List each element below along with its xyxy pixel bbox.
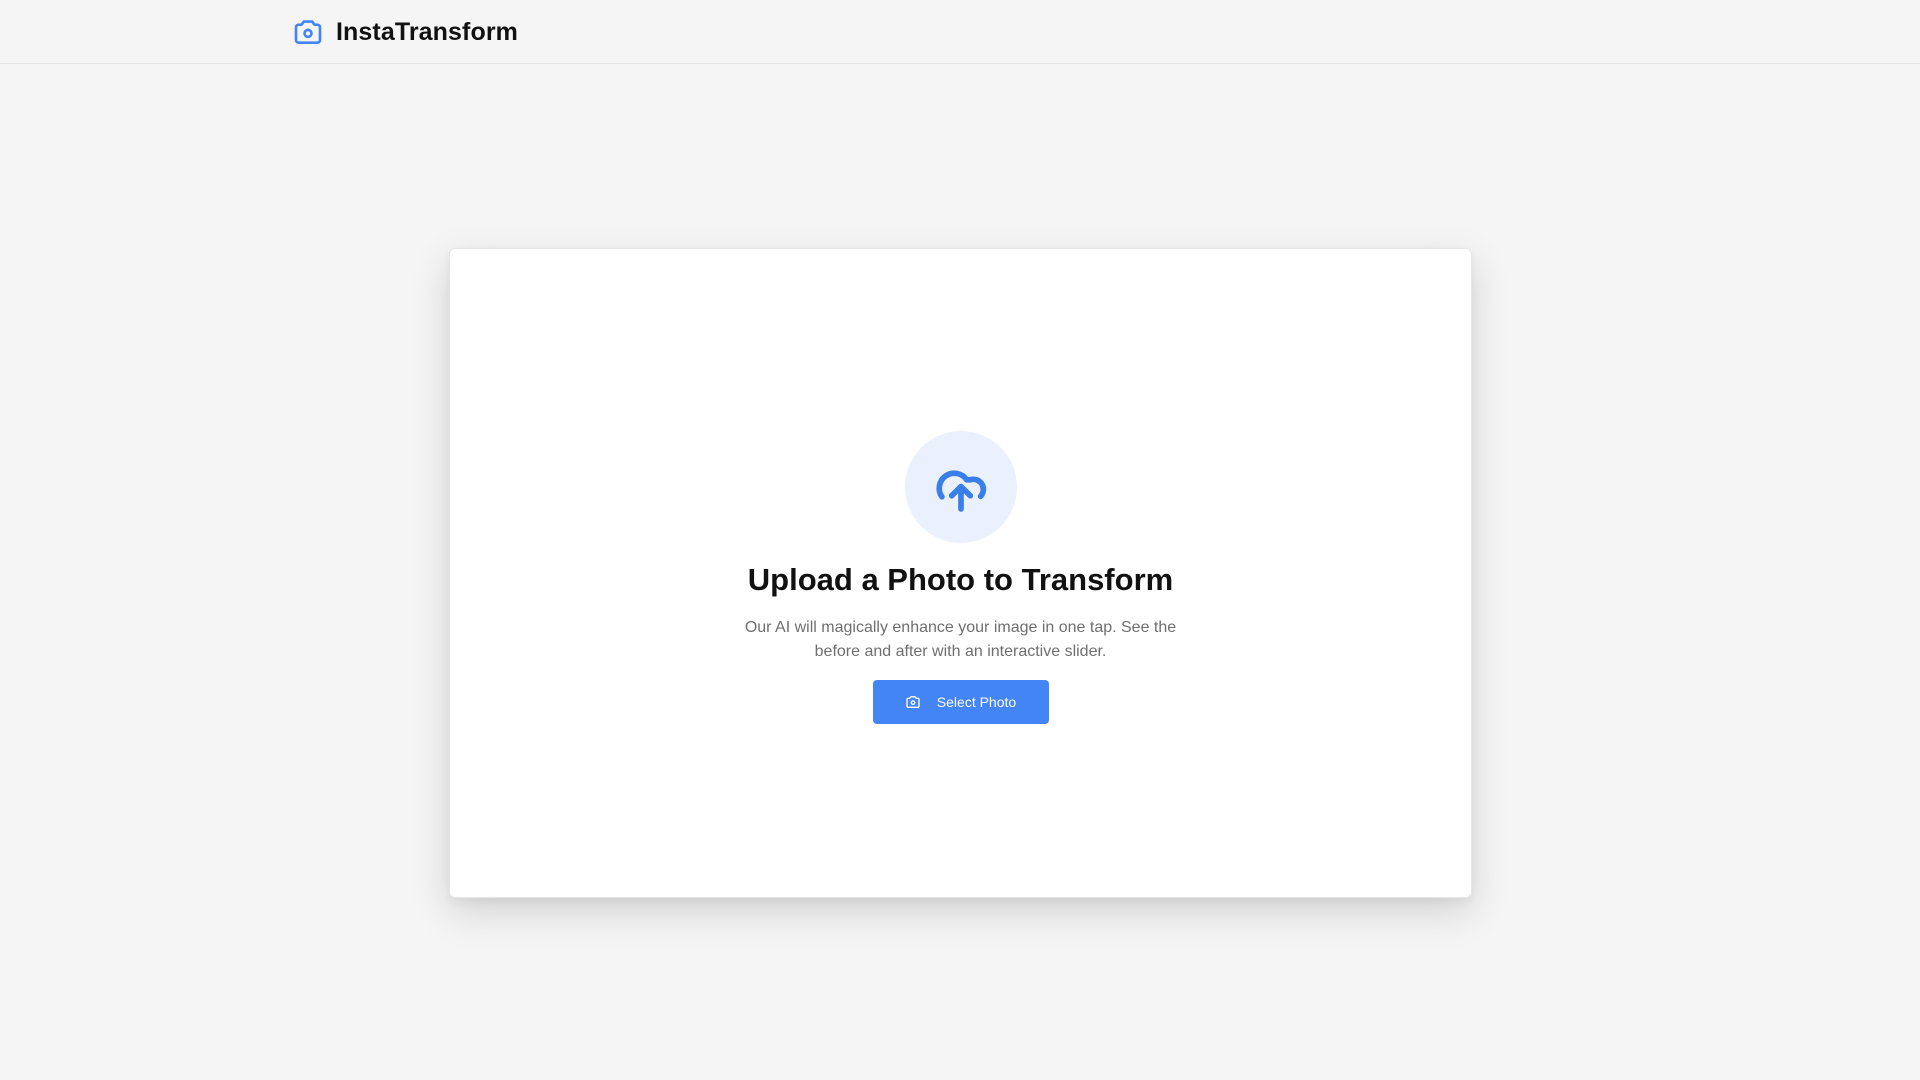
upload-icon-container <box>904 430 1017 543</box>
brand[interactable]: InstaTransform <box>292 0 518 64</box>
upload-title: Upload a Photo to Transform <box>747 561 1174 597</box>
upload-description: Our AI will magically enhance your image… <box>744 618 1177 660</box>
cloud-upload-icon <box>935 469 986 512</box>
upload-card: Upload a Photo to Transform Our AI will … <box>449 248 1472 898</box>
top-bar: InstaTransform <box>0 0 1920 64</box>
camera-icon <box>292 16 324 48</box>
app-name: InstaTransform <box>336 17 519 46</box>
upload-panel: Upload a Photo to Transform Our AI will … <box>450 249 1471 897</box>
select-photo-label: Select Photo <box>936 693 1017 710</box>
camera-icon <box>905 694 921 710</box>
select-photo-button[interactable]: Select Photo <box>872 679 1049 724</box>
